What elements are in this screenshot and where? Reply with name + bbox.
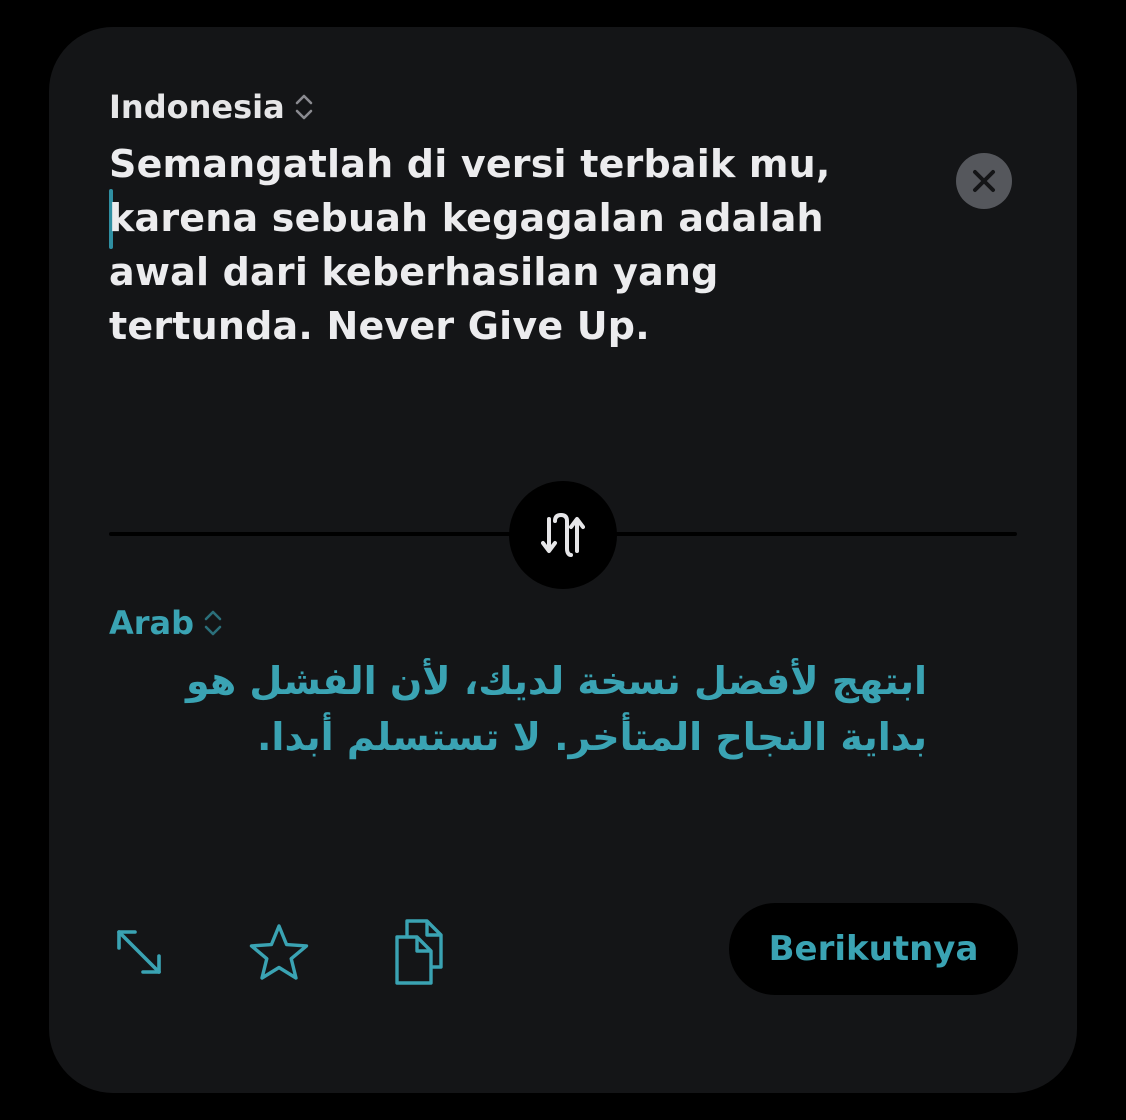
source-language-selector[interactable]: Indonesia (109, 87, 315, 127)
translated-text: ابتهج لأفضل نسخة لديك، لأن الفشل هو بداي… (186, 659, 927, 759)
translation-card: Indonesia Semangatlah di versi terbaik m… (49, 27, 1077, 1093)
chevron-up-down-icon (204, 610, 222, 636)
copy-button[interactable] (387, 917, 451, 987)
copy-icon (395, 919, 443, 985)
clear-button[interactable] (956, 153, 1012, 209)
favorite-button[interactable] (247, 917, 311, 987)
source-language-label: Indonesia (109, 88, 285, 126)
divider (109, 532, 514, 536)
target-language-label: Arab (109, 604, 195, 642)
source-text-input[interactable]: Semangatlah di versi terbaik mu, karena … (109, 137, 909, 353)
expand-icon (117, 930, 161, 974)
star-icon (249, 924, 309, 980)
close-icon (973, 170, 995, 192)
swap-languages-button[interactable] (509, 481, 617, 589)
swap-arrows-icon (541, 513, 585, 557)
expand-button[interactable] (107, 917, 171, 987)
divider (614, 532, 1017, 536)
next-button[interactable]: Berikutnya (729, 903, 1018, 995)
chevron-up-down-icon (295, 94, 312, 120)
target-language-selector[interactable]: Arab (109, 603, 224, 643)
